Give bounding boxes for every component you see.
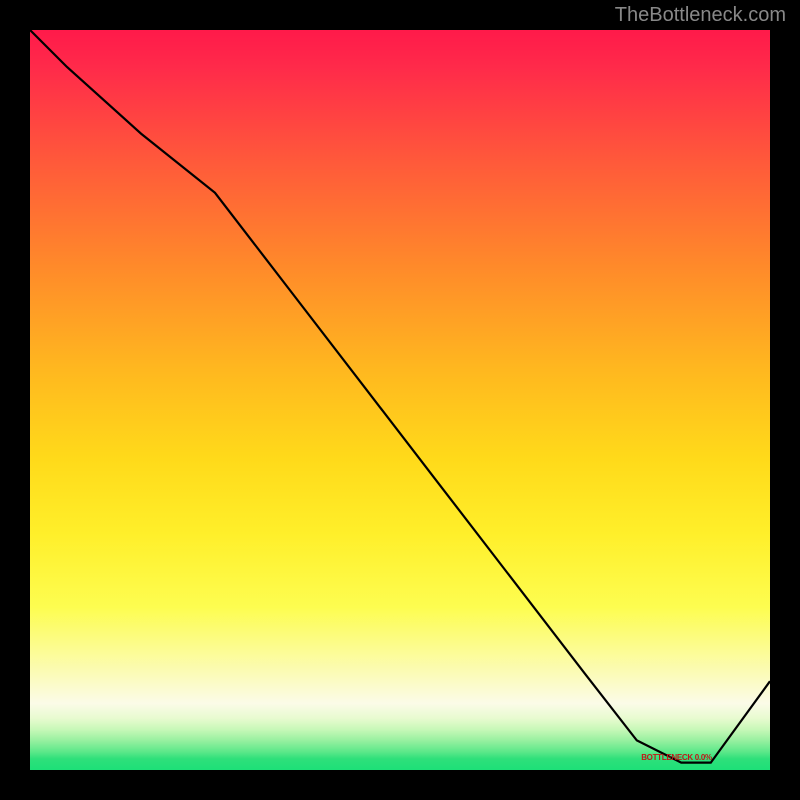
plot-frame: BOTTLENECK 0.0% [20, 30, 780, 780]
optimal-point-label: BOTTLENECK 0.0% [641, 753, 712, 762]
bottleneck-curve-svg [30, 30, 770, 770]
watermark-text: TheBottleneck.com [615, 4, 786, 27]
bottleneck-curve [30, 30, 770, 763]
plot-area: BOTTLENECK 0.0% [30, 30, 770, 770]
